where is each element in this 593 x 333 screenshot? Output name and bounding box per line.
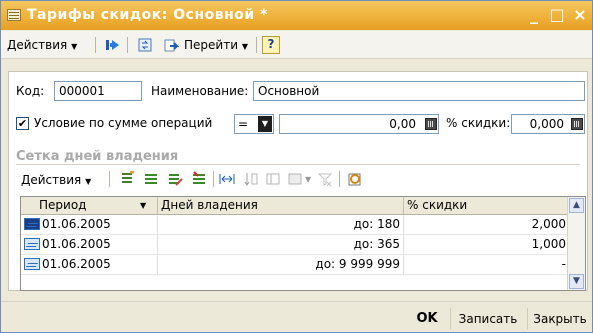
condition-checkbox[interactable]: ✔ xyxy=(16,117,29,130)
cell-discount[interactable]: 2,000 xyxy=(404,215,569,234)
calculator-icon[interactable] xyxy=(425,118,437,130)
close-dialog-button[interactable]: Закрыть xyxy=(531,309,589,329)
cell-period[interactable]: 01.06.2005 xyxy=(39,235,158,254)
footer-divider xyxy=(450,308,451,330)
column-header-discount[interactable]: % скидки xyxy=(404,197,569,214)
goto-menu-button[interactable]: Перейти ▼ xyxy=(184,36,248,54)
scroll-down-icon[interactable]: ▼ xyxy=(569,274,584,289)
code-label: Код: xyxy=(16,84,45,98)
filter-column-icon[interactable] xyxy=(265,171,281,187)
chevron-down-icon[interactable]: ▼ xyxy=(305,175,311,184)
days-grid-title: Сетка дней владения xyxy=(16,149,179,164)
name-label: Наименование: xyxy=(151,84,249,98)
delete-row-icon[interactable] xyxy=(191,171,207,187)
dialog-footer: OK Записать Закрыть xyxy=(1,301,592,332)
cell-days[interactable]: до: 9 999 999 xyxy=(158,255,404,274)
chevron-down-icon: ▼ xyxy=(258,116,272,132)
close-button[interactable]: × xyxy=(570,5,590,25)
refresh-icon[interactable] xyxy=(347,171,363,187)
cell-discount[interactable]: - xyxy=(404,255,569,274)
grid-header: Период ▼ Дней владения % скидки xyxy=(21,197,569,215)
toolbar-divider xyxy=(339,171,340,187)
cell-discount[interactable]: 1,000 xyxy=(404,235,569,254)
section-divider xyxy=(16,164,580,165)
grid-toolbar: Действия ▼ ▼ xyxy=(9,167,586,193)
toolbar-divider xyxy=(109,171,110,187)
cell-days[interactable]: до: 365 xyxy=(158,235,404,254)
fit-width-icon[interactable] xyxy=(219,171,235,187)
toolbar-divider xyxy=(256,37,257,53)
minimize-button[interactable]: _ xyxy=(524,5,544,25)
back-arrow-icon[interactable] xyxy=(105,37,121,53)
operator-select[interactable]: = ▼ xyxy=(234,114,274,134)
refresh-doc-icon[interactable] xyxy=(137,37,153,53)
actions-menu-button[interactable]: Действия ▼ xyxy=(7,36,77,54)
sort-desc-icon: ▼ xyxy=(140,201,147,210)
title-bar[interactable]: Тарифы скидок: Основной * _ □ × xyxy=(1,1,592,30)
discount-label: % скидки: xyxy=(446,116,511,130)
footer-divider xyxy=(527,308,528,330)
help-button[interactable]: ? xyxy=(262,36,280,54)
name-field[interactable]: Основной xyxy=(253,81,585,101)
filter-icon[interactable] xyxy=(287,171,303,187)
table-row[interactable]: 01.06.2005 до: 9 999 999 - xyxy=(21,255,569,275)
scroll-up-icon[interactable]: ▲ xyxy=(569,198,584,213)
column-header-period-label: Период xyxy=(39,198,87,212)
cell-period[interactable]: 01.06.2005 xyxy=(39,215,158,234)
sort-icon[interactable] xyxy=(243,171,259,187)
grid-actions-menu-button[interactable]: Действия ▼ xyxy=(21,171,91,189)
toolbar-divider xyxy=(213,171,214,187)
chevron-down-icon: ▼ xyxy=(85,177,92,186)
calculator-icon[interactable] xyxy=(571,118,583,130)
ok-button[interactable]: OK xyxy=(412,309,442,329)
table-row[interactable]: 01.06.2005 до: 365 1,000 xyxy=(21,235,569,255)
period-row-icon xyxy=(24,238,40,250)
copy-row-icon[interactable] xyxy=(143,171,159,187)
condition-label: Условие по сумме операций xyxy=(34,116,213,130)
table-row[interactable]: 01.06.2005 до: 180 2,000 xyxy=(21,215,569,235)
edit-row-icon[interactable] xyxy=(167,171,183,187)
code-field[interactable]: 000001 xyxy=(54,81,142,101)
period-row-icon xyxy=(24,258,40,270)
period-row-icon xyxy=(24,218,40,230)
column-header-period[interactable]: Период ▼ xyxy=(21,197,158,214)
days-grid[interactable]: Период ▼ Дней владения % скидки 01.06.20… xyxy=(20,196,586,291)
operator-value: = xyxy=(238,117,249,131)
document-window: Тарифы скидок: Основной * _ □ × Действия… xyxy=(0,0,593,333)
chevron-down-icon: ▼ xyxy=(71,42,78,51)
document-icon xyxy=(7,9,21,21)
amount-field[interactable]: 0,00 xyxy=(279,114,439,134)
cell-period[interactable]: 01.06.2005 xyxy=(39,255,158,274)
column-header-days[interactable]: Дней владения xyxy=(158,197,404,214)
grid-actions-label: Действия xyxy=(21,173,82,187)
maximize-button[interactable]: □ xyxy=(547,5,567,25)
chevron-down-icon: ▼ xyxy=(241,42,248,51)
toolbar-divider xyxy=(127,37,128,53)
goto-icon[interactable] xyxy=(163,37,180,53)
clear-filter-icon[interactable] xyxy=(317,171,333,187)
toolbar-divider xyxy=(95,37,96,53)
grid-scrollbar[interactable]: ▲ ▼ xyxy=(567,197,585,290)
window-title: Тарифы скидок: Основной * xyxy=(27,7,268,23)
actions-menu-label: Действия xyxy=(7,38,68,52)
add-row-icon[interactable] xyxy=(119,170,135,187)
goto-menu-label: Перейти xyxy=(184,38,238,52)
save-button[interactable]: Записать xyxy=(455,309,521,329)
cell-days[interactable]: до: 180 xyxy=(158,215,404,234)
main-toolbar: Действия ▼ Перейти ▼ ? xyxy=(1,31,592,59)
